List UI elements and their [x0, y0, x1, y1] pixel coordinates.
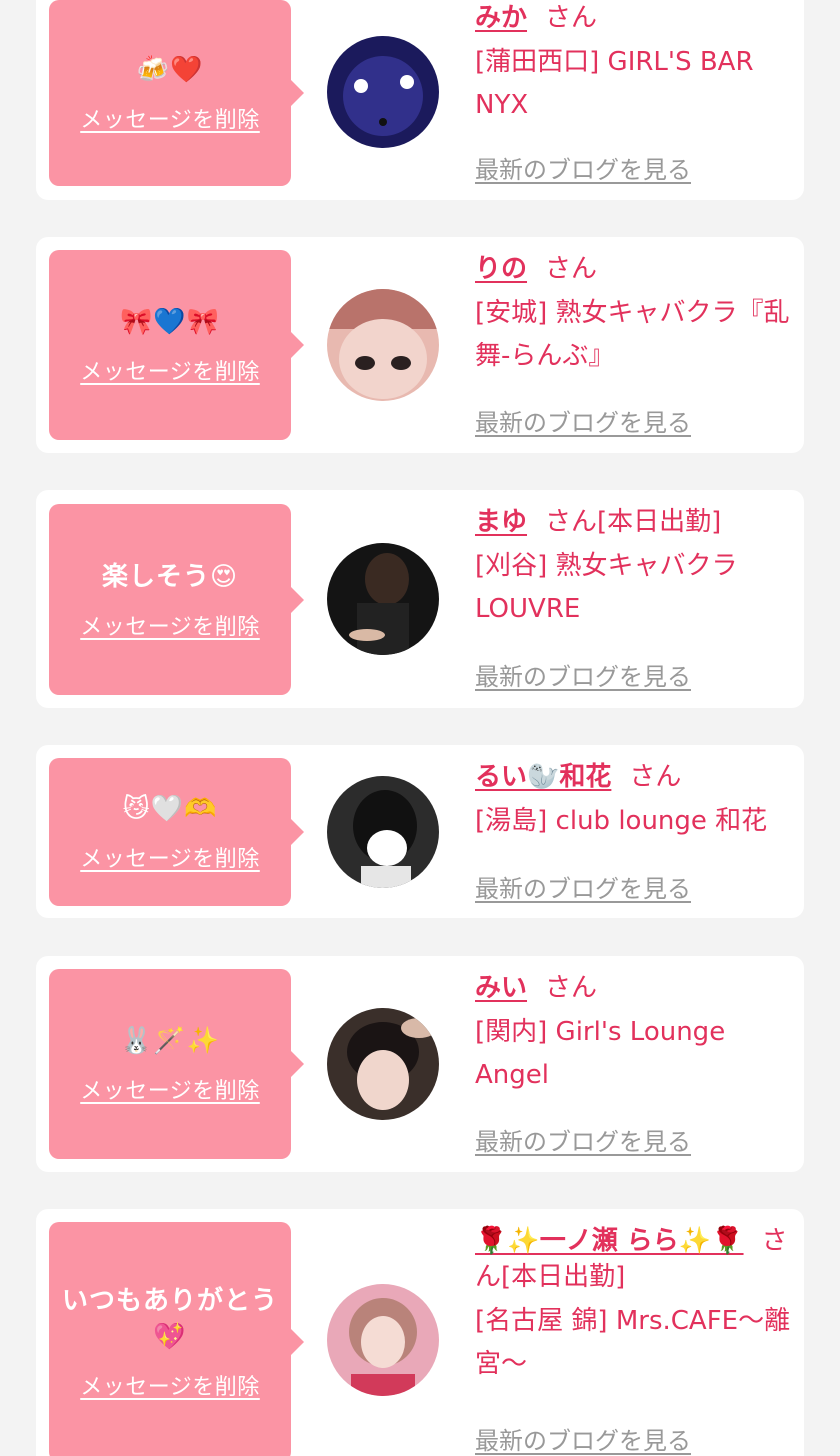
cast-info: みい さん [関内] Girl's Lounge Angel: [475, 970, 797, 1097]
delete-message-link[interactable]: メッセージを削除: [80, 1369, 260, 1401]
avatar-image: [327, 1284, 439, 1396]
message-text: 楽しそう😍: [101, 561, 239, 592]
favorite-card: 🍻❤️ メッセージを削除 みか さん [蒲田西口] GIRL'S BAR NYX …: [36, 0, 804, 200]
honorific: さん: [545, 3, 598, 33]
cast-name-link[interactable]: りの: [475, 254, 527, 284]
message-bubble: いつもありがとう💖 メッセージを削除: [49, 1222, 304, 1456]
message-bubble: 🎀💙🎀 メッセージを削除: [49, 250, 304, 440]
cast-info: 🌹✨一ノ瀬 らら✨🌹 さん[本日出勤] [名古屋 錦] Mrs.CAFE〜離宮〜: [475, 1223, 797, 1386]
shop-name[interactable]: [蒲田西口] GIRL'S BAR NYX: [475, 41, 797, 127]
avatar-image: [327, 543, 439, 655]
cast-info: りの さん [安城] 熟女キャバクラ『乱舞-らんぶ』: [475, 251, 797, 378]
status-text: [本日出勤]: [501, 1262, 626, 1292]
delete-message-link[interactable]: メッセージを削除: [80, 609, 260, 641]
status-text: [本日出勤]: [597, 507, 722, 537]
cast-name-link[interactable]: まゆ: [475, 507, 527, 537]
message-bubble: 🐰🪄✨ メッセージを削除: [49, 969, 304, 1159]
honorific: さん: [545, 973, 598, 1003]
cast-name-link[interactable]: みい: [475, 973, 527, 1003]
message-text: 🐰🪄✨: [119, 1026, 221, 1056]
favorite-card: 🎀💙🎀 メッセージを削除 りの さん [安城] 熟女キャバクラ『乱舞-らんぶ』 最…: [36, 237, 804, 453]
honorific: さん: [629, 762, 682, 792]
avatar-image: [327, 289, 439, 401]
cast-name-link[interactable]: みか: [475, 3, 527, 33]
avatar[interactable]: [327, 1284, 439, 1396]
favorite-card: 🐰🪄✨ メッセージを削除 みい さん [関内] Girl's Lounge Ang…: [36, 956, 804, 1172]
delete-message-link[interactable]: メッセージを削除: [80, 1073, 260, 1105]
shop-name[interactable]: [安城] 熟女キャバクラ『乱舞-らんぶ』: [475, 292, 797, 378]
favorite-card: 😼🤍🫶 メッセージを削除 るい🦭和花 さん [湯島] club lounge 和花…: [36, 745, 804, 918]
latest-blog-link[interactable]: 最新のブログを見る: [475, 1421, 691, 1456]
message-text: 🎀💙🎀: [119, 307, 221, 337]
delete-message-link[interactable]: メッセージを削除: [80, 354, 260, 386]
cast-info: るい🦭和花 さん [湯島] club lounge 和花: [475, 759, 797, 843]
cast-name-line: まゆ さん[本日出勤]: [475, 504, 797, 540]
avatar-image: [327, 1008, 439, 1120]
avatar[interactable]: [327, 776, 439, 888]
message-text: 🍻❤️: [136, 55, 204, 85]
message-bubble: 😼🤍🫶 メッセージを削除: [49, 758, 304, 906]
avatar[interactable]: [327, 543, 439, 655]
honorific: さん: [545, 254, 598, 284]
avatar[interactable]: [327, 289, 439, 401]
latest-blog-link[interactable]: 最新のブログを見る: [475, 869, 691, 904]
cast-name-line: みい さん: [475, 970, 797, 1006]
cast-name-line: りの さん: [475, 251, 797, 287]
shop-name[interactable]: [湯島] club lounge 和花: [475, 800, 797, 843]
avatar[interactable]: [327, 1008, 439, 1120]
latest-blog-link[interactable]: 最新のブログを見る: [475, 403, 691, 438]
latest-blog-link[interactable]: 最新のブログを見る: [475, 657, 691, 692]
cast-name-link[interactable]: るい🦭和花: [475, 762, 611, 792]
cast-name-line: みか さん: [475, 0, 797, 36]
avatar[interactable]: [327, 36, 439, 148]
message-text: 😼🤍🫶: [122, 794, 218, 824]
cast-name-line: 🌹✨一ノ瀬 らら✨🌹 さん[本日出勤]: [475, 1223, 797, 1295]
honorific: さん: [545, 507, 598, 537]
cast-name-line: るい🦭和花 さん: [475, 759, 797, 795]
avatar-image: [327, 36, 439, 148]
avatar-image: [327, 776, 439, 888]
cast-name-link[interactable]: 🌹✨一ノ瀬 らら✨🌹: [475, 1226, 744, 1256]
shop-name[interactable]: [刈谷] 熟女キャバクラLOUVRE: [475, 545, 797, 631]
latest-blog-link[interactable]: 最新のブログを見る: [475, 1122, 691, 1157]
shop-name[interactable]: [関内] Girl's Lounge Angel: [475, 1011, 797, 1097]
favorites-list: 🍻❤️ メッセージを削除 みか さん [蒲田西口] GIRL'S BAR NYX …: [0, 0, 840, 1456]
message-bubble: 🍻❤️ メッセージを削除: [49, 0, 304, 186]
favorite-card: 楽しそう😍 メッセージを削除 まゆ さん[本日出勤] [刈谷] 熟女キャバクラLO…: [36, 490, 804, 708]
favorite-card: いつもありがとう💖 メッセージを削除 🌹✨一ノ瀬 らら✨🌹 さん[本日出勤] [名…: [36, 1209, 804, 1456]
delete-message-link[interactable]: メッセージを削除: [80, 841, 260, 873]
latest-blog-link[interactable]: 最新のブログを見る: [475, 150, 691, 185]
message-text: いつもありがとう💖: [61, 1286, 278, 1352]
message-bubble: 楽しそう😍 メッセージを削除: [49, 504, 304, 695]
cast-info: みか さん [蒲田西口] GIRL'S BAR NYX: [475, 0, 797, 127]
shop-name[interactable]: [名古屋 錦] Mrs.CAFE〜離宮〜: [475, 1300, 797, 1386]
delete-message-link[interactable]: メッセージを削除: [80, 102, 260, 134]
cast-info: まゆ さん[本日出勤] [刈谷] 熟女キャバクラLOUVRE: [475, 504, 797, 631]
